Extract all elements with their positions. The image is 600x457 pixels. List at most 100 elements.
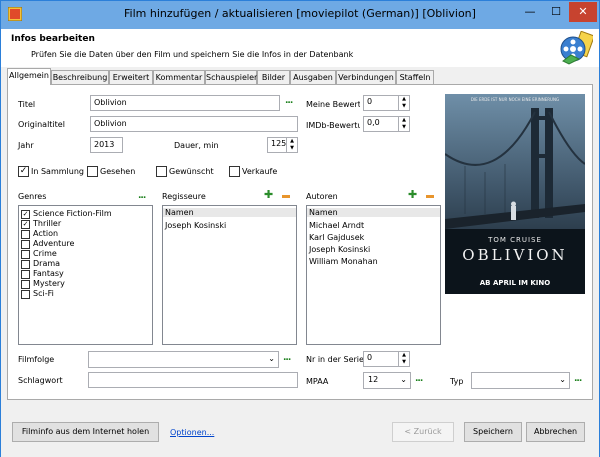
genres-list[interactable]: ✓ Science Fiction-Film ✓ Thriller Action A…	[18, 205, 153, 345]
genre-checkbox[interactable]	[21, 270, 30, 279]
back-button[interactable]: < Zurück	[392, 422, 454, 442]
dauer-label: Dauer, min	[174, 141, 219, 150]
tab-schauspieler[interactable]: Schauspieler	[205, 70, 257, 84]
regisseure-column-header[interactable]: Namen	[163, 208, 296, 217]
maximize-button[interactable]: ☐	[543, 2, 569, 22]
remove-regisseur-icon[interactable]	[282, 195, 290, 198]
list-item[interactable]: Joseph Kosinski	[309, 245, 370, 254]
remove-autor-icon[interactable]	[426, 195, 434, 198]
tab-beschreibung[interactable]: Beschreibung	[51, 70, 109, 84]
dauer-value: 125	[271, 139, 287, 148]
mpaa-select[interactable]: 12 ⌄	[363, 372, 411, 389]
add-autor-icon[interactable]: ✚	[408, 188, 417, 201]
optionen-link[interactable]: Optionen...	[170, 428, 214, 437]
originaltitel-input[interactable]: Oblivion	[90, 116, 298, 132]
genre-checkbox[interactable]	[21, 290, 30, 299]
bewertung-spin-arrows[interactable]: ▲ ▼	[398, 96, 409, 110]
genre-item[interactable]: Mystery	[21, 279, 65, 289]
nr-serie-stepper[interactable]: 0 ▲ ▼	[363, 351, 410, 367]
genre-checkbox[interactable]: ✓	[21, 220, 30, 229]
list-item[interactable]: Joseph Kosinski	[165, 221, 226, 230]
dialog-header: Infos bearbeiten Prüfen Sie die Daten üb…	[1, 29, 599, 67]
verkaufe-checkbox[interactable]	[229, 166, 240, 177]
bewertung-stepper[interactable]: 0 ▲ ▼	[363, 95, 410, 111]
in-sammlung-checkbox[interactable]: ✓	[18, 166, 29, 177]
film-reel-icon	[560, 31, 593, 65]
titel-input[interactable]: Oblivion	[90, 95, 280, 111]
genre-checkbox[interactable]	[21, 250, 30, 259]
gewuenscht-checkbox[interactable]	[156, 166, 167, 177]
poster-image[interactable]: DIE ERDE IST NUR NOCH EINE ERINNERUNG TO…	[445, 94, 585, 294]
jahr-label: Jahr	[18, 141, 34, 150]
typ-label: Typ	[450, 377, 464, 386]
filmfolge-select[interactable]: ⌄	[88, 351, 279, 368]
autoren-column-header[interactable]: Namen	[307, 208, 440, 217]
gesehen-checkbox[interactable]	[87, 166, 98, 177]
dauer-stepper[interactable]: 125 ▲ ▼	[267, 137, 298, 153]
header-subtitle: Prüfen Sie die Daten über den Film und s…	[31, 50, 354, 59]
genre-checkbox[interactable]	[21, 240, 30, 249]
genre-item[interactable]: Adventure	[21, 239, 74, 249]
save-button[interactable]: Speichern	[464, 422, 522, 442]
verkaufe-label: Verkaufe	[242, 167, 278, 176]
genre-item[interactable]: Action	[21, 229, 58, 239]
regisseure-list[interactable]: Namen Joseph Kosinski	[162, 205, 297, 345]
typ-select[interactable]: ⌄	[471, 372, 570, 389]
list-item[interactable]: Karl Gajdusek	[309, 233, 364, 242]
dauer-spin-arrows[interactable]: ▲ ▼	[286, 138, 297, 152]
button-bar: Filminfo aus dem Internet holen Optionen…	[1, 405, 599, 457]
genre-item[interactable]: Crime	[21, 249, 57, 259]
bewertung-label: Meine Bewertung	[306, 100, 360, 109]
genre-item[interactable]: Fantasy	[21, 269, 64, 279]
poster-tagline: DIE ERDE IST NUR NOCH EINE ERINNERUNG	[470, 97, 560, 102]
tab-bilder[interactable]: Bilder	[257, 70, 290, 84]
genre-checkbox[interactable]	[21, 230, 30, 239]
titel-more-button[interactable]: ...	[285, 96, 293, 106]
nr-serie-label: Nr in der Serie	[306, 355, 364, 364]
dialog-window: Film hinzufügen / aktualisieren [moviepi…	[0, 0, 600, 457]
chevron-down-icon: ⌄	[268, 354, 275, 363]
chevron-down-icon: ⌄	[400, 375, 407, 384]
poster-release: AB APRIL IM KINO	[479, 279, 551, 287]
chevron-down-icon: ⌄	[559, 375, 566, 384]
genre-item[interactable]: Sci-Fi	[21, 289, 54, 299]
genre-item[interactable]: Drama	[21, 259, 60, 269]
internet-info-button[interactable]: Filminfo aus dem Internet holen	[12, 422, 159, 442]
filmfolge-more-button[interactable]: ...	[283, 353, 291, 363]
typ-more-button[interactable]: ...	[574, 374, 582, 384]
regisseure-label: Regisseure	[162, 192, 206, 201]
autoren-list[interactable]: Namen Michael Arndt Karl Gajdusek Joseph…	[306, 205, 441, 345]
gesehen-label: Gesehen	[100, 167, 136, 176]
mpaa-more-button[interactable]: ...	[415, 374, 423, 384]
nr-serie-spin-arrows[interactable]: ▲ ▼	[398, 352, 409, 366]
title-bar: Film hinzufügen / aktualisieren [moviepi…	[1, 1, 599, 29]
schlagwort-input[interactable]	[88, 372, 298, 388]
list-item[interactable]: Michael Arndt	[309, 221, 364, 230]
poster-actor: TOM CRUISE	[488, 236, 542, 244]
filmfolge-label: Filmfolge	[18, 355, 55, 364]
tab-verbindungen[interactable]: Verbindungen	[336, 70, 396, 84]
schlagwort-label: Schlagwort	[18, 376, 63, 385]
add-regisseur-icon[interactable]: ✚	[264, 188, 273, 201]
cancel-button[interactable]: Abbrechen	[526, 422, 585, 442]
genre-checkbox[interactable]	[21, 260, 30, 269]
close-button[interactable]: ✕	[569, 2, 597, 22]
tab-ausgaben[interactable]: Ausgaben	[290, 70, 336, 84]
list-item[interactable]: William Monahan	[309, 257, 378, 266]
genre-checkbox[interactable]	[21, 280, 30, 289]
minimize-button[interactable]: —	[517, 2, 543, 22]
tab-panel-allgemein: Titel Oblivion ... Originaltitel Oblivio…	[7, 84, 593, 400]
genres-more-button[interactable]: ...	[138, 191, 146, 201]
tab-staffeln[interactable]: Staffeln	[396, 70, 434, 84]
tab-allgemein[interactable]: Allgemein	[7, 68, 51, 85]
tab-kommentar[interactable]: Kommentar	[153, 70, 205, 84]
genre-item[interactable]: ✓ Science Fiction-Film	[21, 209, 112, 219]
window-title: Film hinzufügen / aktualisieren [moviepi…	[124, 7, 476, 20]
genre-item[interactable]: ✓ Thriller	[21, 219, 61, 229]
genres-label: Genres	[18, 192, 47, 201]
jahr-input[interactable]: 2013	[90, 137, 123, 153]
genre-checkbox[interactable]: ✓	[21, 210, 30, 219]
imdb-spin-arrows[interactable]: ▲ ▼	[398, 117, 409, 131]
imdb-stepper[interactable]: 0,0 ▲ ▼	[363, 116, 410, 132]
tab-erweitert[interactable]: Erweitert	[109, 70, 153, 84]
